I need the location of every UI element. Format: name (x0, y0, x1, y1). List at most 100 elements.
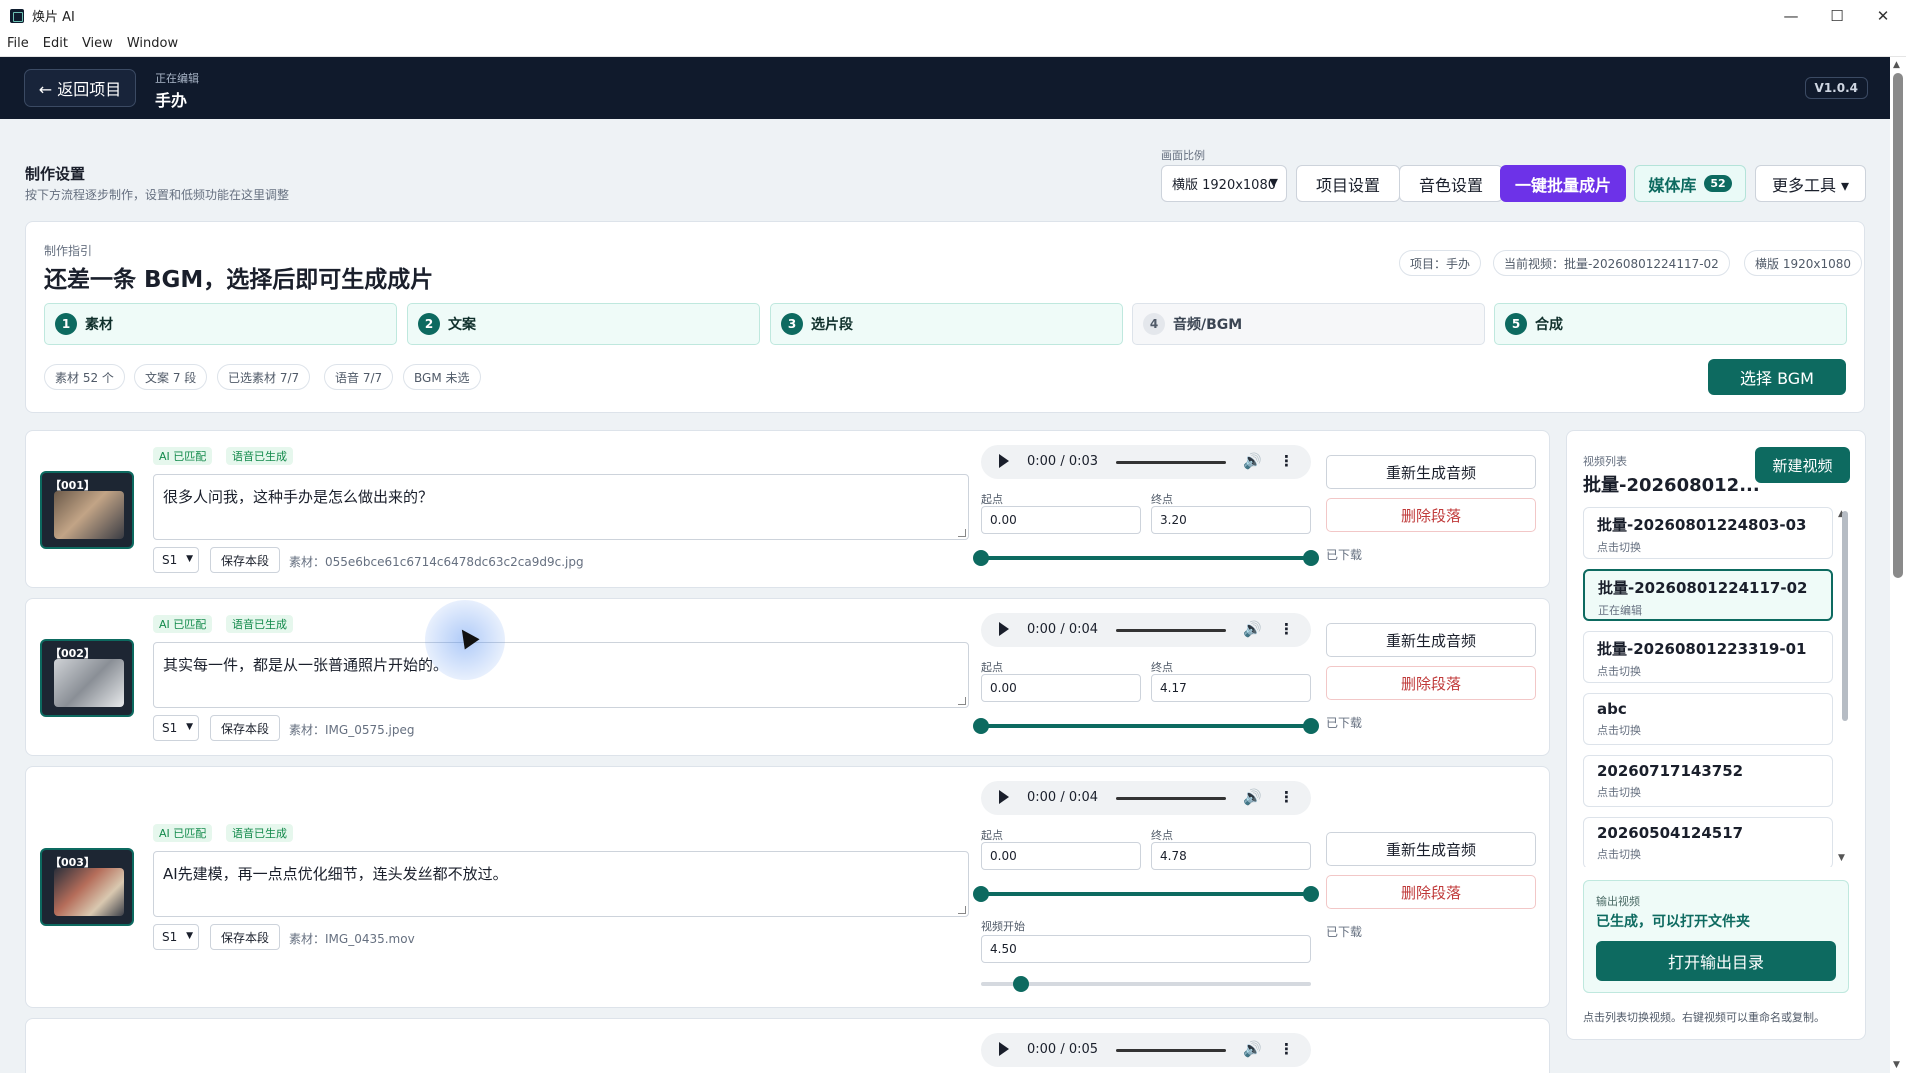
volume-icon[interactable]: 🔊 (1243, 788, 1262, 806)
delete-segment-button[interactable]: 删除段落 (1326, 666, 1536, 700)
maximize-icon[interactable]: ☐ (1814, 0, 1860, 31)
voice-settings-button[interactable]: 音色设置 (1399, 165, 1503, 202)
segment-thumbnail[interactable]: 【003】 (40, 848, 134, 926)
audio-progress[interactable] (1116, 1049, 1226, 1052)
audio-progress[interactable] (1116, 797, 1226, 800)
segment-thumbnail[interactable]: 【002】 (40, 639, 134, 717)
video-list-item[interactable]: 批量-20260801223319-01 点击切换 (1583, 631, 1833, 683)
menu-view[interactable]: View (82, 36, 113, 51)
meta-project: 项目：手办 (1399, 250, 1482, 276)
resize-handle[interactable] (958, 906, 966, 914)
regenerate-audio-button[interactable]: 重新生成音频 (1326, 623, 1536, 657)
start-input[interactable]: 0.00 (981, 842, 1141, 870)
step-compose[interactable]: 5 合成 (1494, 303, 1847, 345)
close-icon[interactable]: ✕ (1860, 0, 1906, 31)
trim-range-slider[interactable] (973, 550, 1319, 566)
trim-end-handle[interactable] (1303, 886, 1319, 902)
save-segment-button[interactable]: 保存本段 (210, 547, 280, 573)
volume-icon[interactable]: 🔊 (1243, 452, 1262, 470)
trim-range-slider[interactable] (973, 886, 1319, 902)
video-list-item[interactable]: 批量-20260801224117-02 正在编辑 (1583, 569, 1833, 621)
settings-title: 制作设置 (25, 165, 86, 183)
more-options-icon[interactable]: ⋮ (1279, 788, 1294, 806)
trim-start-handle[interactable] (973, 550, 989, 566)
video-name: 20260717143752 (1597, 762, 1744, 780)
delete-segment-button[interactable]: 删除段落 (1326, 875, 1536, 909)
menu-file[interactable]: File (7, 36, 29, 51)
play-icon[interactable] (999, 454, 1009, 468)
back-to-projects-button[interactable]: ← 返回项目 (24, 69, 136, 107)
step-clips[interactable]: 3 选片段 (770, 303, 1123, 345)
trim-end-handle[interactable] (1303, 550, 1319, 566)
new-video-button[interactable]: 新建视频 (1755, 447, 1850, 483)
step-assets[interactable]: 1 素材 (44, 303, 397, 345)
end-input[interactable]: 4.17 (1151, 674, 1311, 702)
start-input[interactable]: 0.00 (981, 506, 1141, 534)
audio-progress[interactable] (1116, 461, 1226, 464)
regenerate-audio-button[interactable]: 重新生成音频 (1326, 832, 1536, 866)
video-list-item[interactable]: abc 点击切换 (1583, 693, 1833, 745)
play-icon[interactable] (999, 1042, 1009, 1056)
voice-select[interactable]: S1 ▼ (153, 715, 199, 741)
segment-thumbnail[interactable]: 【001】 (40, 471, 134, 549)
scroll-down-icon[interactable]: ▼ (1893, 1060, 1900, 1070)
open-output-dir-button[interactable]: 打开输出目录 (1596, 941, 1836, 981)
save-segment-button[interactable]: 保存本段 (210, 715, 280, 741)
trim-start-handle[interactable] (973, 718, 989, 734)
thumbnail-image (54, 491, 124, 539)
video-start-input[interactable]: 4.50 (981, 935, 1311, 963)
volume-icon[interactable]: 🔊 (1243, 1040, 1262, 1058)
volume-icon[interactable]: 🔊 (1243, 620, 1262, 638)
more-tools-button[interactable]: 更多工具 ▾ (1755, 165, 1866, 202)
video-list-item[interactable]: 20260504124517 点击切换 (1583, 817, 1833, 867)
ratio-select[interactable]: 横版 1920x1080 ▼ (1161, 165, 1287, 202)
end-input[interactable]: 4.78 (1151, 842, 1311, 870)
batch-generate-button[interactable]: 一键批量成片 (1500, 165, 1626, 202)
media-library-button[interactable]: 媒体库 52 (1634, 165, 1746, 202)
project-settings-button[interactable]: 项目设置 (1296, 165, 1400, 202)
trim-range-slider[interactable] (973, 718, 1319, 734)
segment-card: 【001】 AI 已匹配 语音已生成 很多人问我，这种手办是怎么做出来的？ S1… (25, 430, 1550, 588)
save-segment-button[interactable]: 保存本段 (210, 924, 280, 950)
list-scroll-down-icon[interactable]: ▼ (1838, 853, 1845, 863)
video-start-handle[interactable] (1013, 976, 1029, 992)
menu-window[interactable]: Window (127, 36, 178, 51)
step-copy[interactable]: 2 文案 (407, 303, 760, 345)
segment-text-input[interactable]: 很多人问我，这种手办是怎么做出来的？ (153, 474, 969, 540)
trim-start-handle[interactable] (973, 886, 989, 902)
minimize-icon[interactable]: — (1768, 0, 1814, 31)
voice-select[interactable]: S1 ▼ (153, 924, 199, 950)
segment-text-input[interactable]: 其实每一件，都是从一张普通照片开始的。 (153, 642, 969, 708)
more-options-icon[interactable]: ⋮ (1279, 620, 1294, 638)
scroll-up-icon[interactable]: ▲ (1893, 60, 1900, 70)
video-hint: 点击切换 (1597, 786, 1641, 799)
trim-end-handle[interactable] (1303, 718, 1319, 734)
segment-text-input[interactable]: AI先建模，再一点点优化细节，连头发丝都不放过。 (153, 851, 969, 917)
page-scrollbar-thumb[interactable] (1893, 73, 1903, 578)
video-list-scrollbar[interactable] (1842, 511, 1848, 721)
audio-player: 0:00 / 0:04 🔊 ⋮ (981, 613, 1311, 647)
step-audio-bgm[interactable]: 4 音频/BGM (1132, 303, 1485, 345)
regenerate-audio-button[interactable]: 重新生成音频 (1326, 455, 1536, 489)
more-options-icon[interactable]: ⋮ (1279, 1040, 1294, 1058)
asset-filename: 素材：IMG_0575.jpeg (289, 723, 415, 737)
select-bgm-button[interactable]: 选择 BGM (1708, 359, 1846, 395)
start-input[interactable]: 0.00 (981, 674, 1141, 702)
resize-handle[interactable] (958, 697, 966, 705)
menu-edit[interactable]: Edit (43, 36, 68, 51)
video-start-slider[interactable] (981, 976, 1311, 992)
video-list-item[interactable]: 20260717143752 点击切换 (1583, 755, 1833, 807)
resize-handle[interactable] (958, 529, 966, 537)
audio-progress[interactable] (1116, 629, 1226, 632)
video-list-item[interactable]: 批量-20260801224803-03 点击切换 (1583, 507, 1833, 559)
video-hint: 点击切换 (1597, 724, 1641, 737)
play-icon[interactable] (999, 790, 1009, 804)
delete-segment-button[interactable]: 删除段落 (1326, 498, 1536, 532)
video-list-title: 批量-202608012... (1583, 475, 1760, 496)
voice-select[interactable]: S1 ▼ (153, 547, 199, 573)
settings-subtitle: 按下方流程逐步制作，设置和低频功能在这里调整 (25, 188, 290, 202)
play-icon[interactable] (999, 622, 1009, 636)
editing-label: 正在编辑 (155, 72, 199, 85)
end-input[interactable]: 3.20 (1151, 506, 1311, 534)
more-options-icon[interactable]: ⋮ (1279, 452, 1294, 470)
